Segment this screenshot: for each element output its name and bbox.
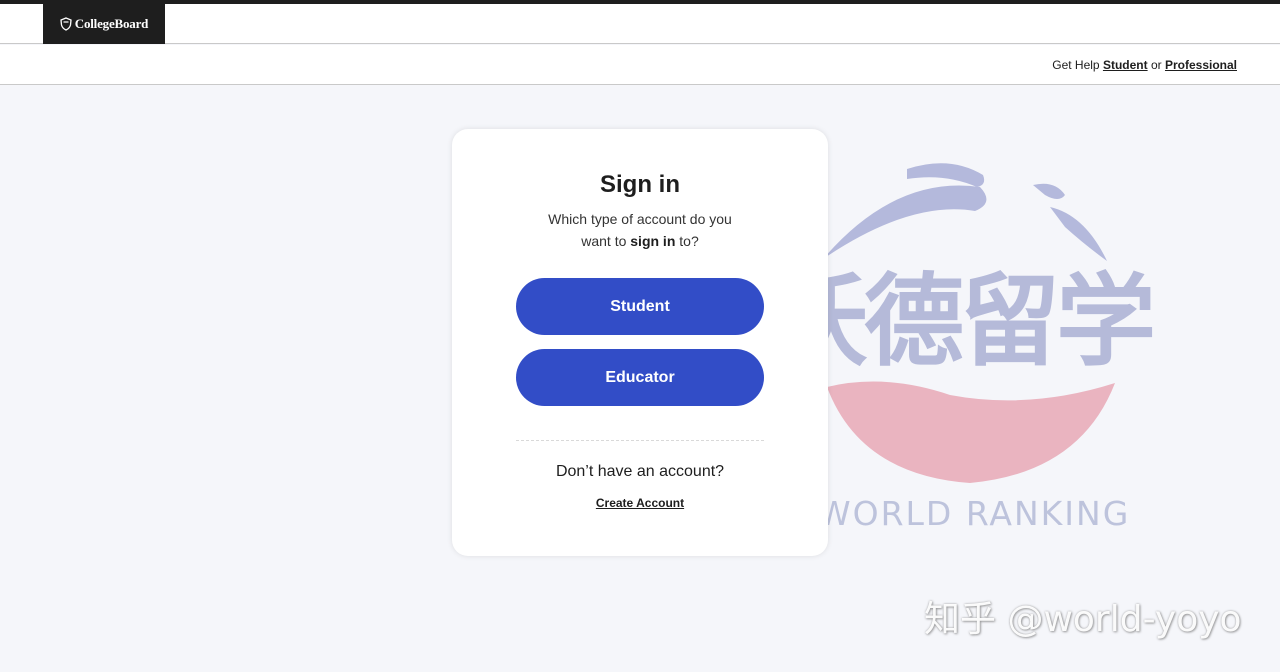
get-help-label: Get Help <box>1052 58 1100 72</box>
no-account-text: Don’t have an account? <box>555 463 725 480</box>
signin-card: Sign in Which type of account do you wan… <box>452 129 828 556</box>
signin-title: Sign in <box>600 171 680 198</box>
help-separator: or <box>1150 58 1162 72</box>
help-student-link[interactable]: Student <box>1103 58 1148 72</box>
subtitle-bold: sign in <box>630 233 676 249</box>
subtitle-line1: Which type of account do you <box>548 211 732 227</box>
student-button[interactable]: Student <box>516 278 764 335</box>
subtitle-pre: want to <box>581 233 627 249</box>
get-help: Get Help Student or Professional <box>1052 58 1237 72</box>
create-account-link[interactable]: Create Account <box>596 496 684 510</box>
brand-name: CollegeBoard <box>74 16 149 31</box>
divider <box>516 440 764 441</box>
watermark-english-name: WORLD RANKING <box>818 494 1131 533</box>
watermark-attribution: 知乎 @world-yoyo <box>924 599 1242 640</box>
help-professional-link[interactable]: Professional <box>1165 58 1237 72</box>
educator-button[interactable]: Educator <box>516 349 764 406</box>
collegeboard-logo[interactable]: CollegeBoard <box>43 4 165 44</box>
help-bar: Get Help Student or Professional <box>0 45 1280 85</box>
create-account-wrap: Create Account <box>452 496 828 510</box>
signin-subtitle: Which type of account do you want to sig… <box>522 208 758 252</box>
acorn-shield-icon <box>60 17 72 31</box>
subtitle-post: to? <box>679 233 699 249</box>
global-header: CollegeBoard <box>0 4 1280 44</box>
watermark-chinese-name: 沃德留学 <box>768 263 1156 380</box>
